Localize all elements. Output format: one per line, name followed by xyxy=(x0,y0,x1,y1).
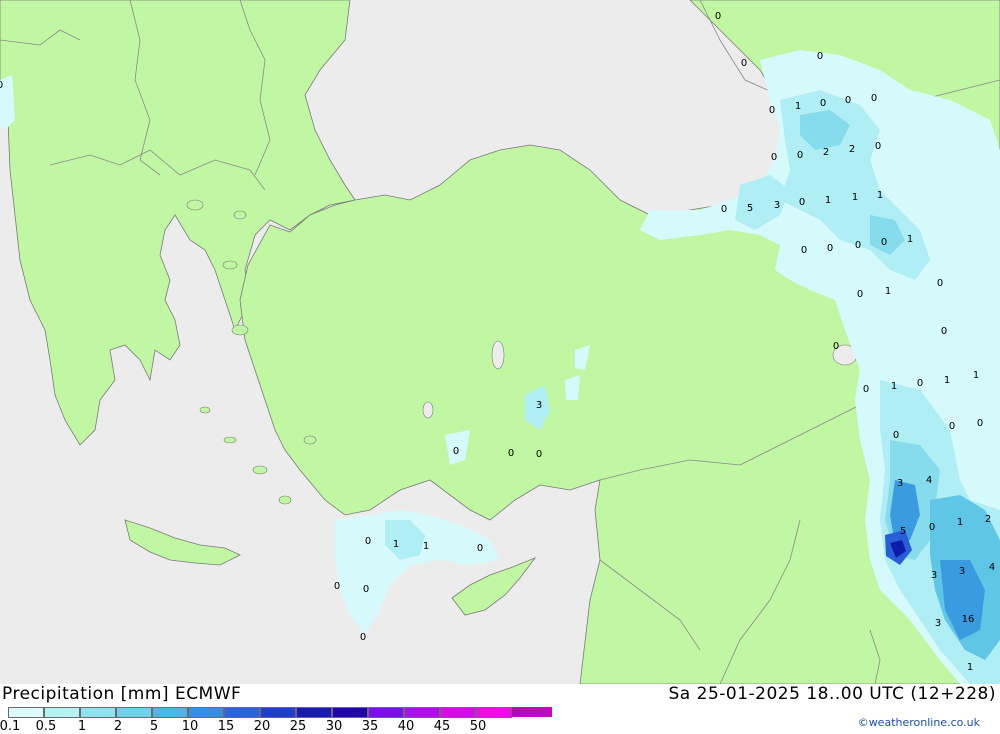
legend-swatch xyxy=(260,707,296,718)
legend-swatch xyxy=(152,707,188,718)
precip-value-label: 1 xyxy=(891,381,897,392)
precip-value-label: 0 xyxy=(941,326,947,337)
legend-swatch xyxy=(8,707,44,718)
precip-value-label: 0 xyxy=(949,421,955,432)
precip-value-label: 0 xyxy=(508,448,514,459)
legend-swatch xyxy=(476,707,512,718)
precip-value-label: 0 xyxy=(881,237,887,248)
legend-tick-label: 2 xyxy=(113,719,123,734)
precip-value-label: 1 xyxy=(967,662,973,673)
precip-value-label: 1 xyxy=(973,370,979,381)
legend-swatch xyxy=(368,707,404,718)
precip-value-label: 5 xyxy=(900,526,906,537)
precip-value-label: 0 xyxy=(857,289,863,300)
legend-tick-label: 15 xyxy=(217,719,235,734)
precipitation-map: 0 0 0 1 0 0 0 0 0 2 2 0 0 5 3 0 1 1 1 1 0 0 0 0 0 0 0 1 0 0 0 1 0 1 1 0 0 3 4 5… xyxy=(0,0,1000,684)
precip-value-label: 1 xyxy=(393,539,399,550)
precip-value-label: 0 xyxy=(871,93,877,104)
precip-value-label: 3 xyxy=(774,200,780,211)
precip-value-label: 0 xyxy=(453,446,459,457)
precip-value-label: 16 xyxy=(962,614,975,625)
footer: Precipitation [mm] ECMWF Sa 25-01-2025 1… xyxy=(0,684,1000,734)
legend-swatch xyxy=(512,707,552,717)
precip-value-label: 1 xyxy=(795,101,801,112)
precip-value-label: 1 xyxy=(877,190,883,201)
precip-value-label: 0 xyxy=(477,543,483,554)
legend-swatch xyxy=(80,707,116,718)
precip-value-label: 0 xyxy=(0,80,3,91)
precip-value-label: 1 xyxy=(852,192,858,203)
legend-tick-label: 20 xyxy=(253,719,271,734)
legend-swatch xyxy=(116,707,152,718)
map-title: Precipitation [mm] ECMWF xyxy=(2,684,242,704)
precip-value-label: 0 xyxy=(820,98,826,109)
precip-value-label: 0 xyxy=(363,584,369,595)
precip-value-label: 1 xyxy=(423,541,429,552)
precip-value-label: 3 xyxy=(536,400,542,411)
precip-value-label: 1 xyxy=(885,286,891,297)
precip-value-label: 3 xyxy=(931,570,937,581)
precip-value-label: 3 xyxy=(897,478,903,489)
precip-value-label: 0 xyxy=(827,243,833,254)
credit-link[interactable]: ©weatheronline.co.uk xyxy=(858,716,980,729)
precip-value-label: 0 xyxy=(893,430,899,441)
legend-tick-label: 30 xyxy=(325,719,343,734)
precip-value-label: 1 xyxy=(957,517,963,528)
precip-value-label: 3 xyxy=(935,618,941,629)
legend-tick-label: 5 xyxy=(149,719,159,734)
legend-tick-label: 25 xyxy=(289,719,307,734)
precip-value-label: 2 xyxy=(849,144,855,155)
precip-value-label: 0 xyxy=(801,245,807,256)
precip-value-label: 0 xyxy=(845,95,851,106)
precip-value-label: 1 xyxy=(907,234,913,245)
precip-value-label: 0 xyxy=(855,240,861,251)
legend-tick-label: 10 xyxy=(181,719,199,734)
precip-value-label: 0 xyxy=(769,105,775,116)
legend-swatch xyxy=(296,707,332,718)
precip-value-label: 2 xyxy=(823,147,829,158)
legend-tick-label: 1 xyxy=(77,719,87,734)
precip-value-label: 4 xyxy=(989,562,995,573)
legend-swatch xyxy=(332,707,368,718)
precip-value-label: 0 xyxy=(929,522,935,533)
precip-value-label: 0 xyxy=(536,449,542,460)
precip-value-label: 0 xyxy=(799,197,805,208)
legend-swatch xyxy=(44,707,80,718)
legend-tick-label: 35 xyxy=(361,719,379,734)
precip-value-label: 0 xyxy=(715,11,721,22)
precip-value-label: 0 xyxy=(334,581,340,592)
precip-value-label: 0 xyxy=(360,632,366,643)
precip-value-label: 0 xyxy=(937,278,943,289)
precip-value-label: 0 xyxy=(863,384,869,395)
precip-value-label: 2 xyxy=(985,514,991,525)
precip-value-label: 0 xyxy=(875,141,881,152)
valid-datetime: Sa 25-01-2025 18..00 UTC (12+228) xyxy=(668,684,996,704)
precip-value-label: 0 xyxy=(817,51,823,62)
precip-value-label: 0 xyxy=(771,152,777,163)
precip-value-label: 3 xyxy=(959,566,965,577)
precip-value-label: 1 xyxy=(825,195,831,206)
legend-swatch xyxy=(188,707,224,718)
precip-value-label: 0 xyxy=(741,58,747,69)
legend-tick-label: 40 xyxy=(397,719,415,734)
precip-value-label: 0 xyxy=(797,150,803,161)
precip-value-label: 0 xyxy=(917,378,923,389)
legend-tick-label: 50 xyxy=(469,719,487,734)
legend-tick-label: 0.5 xyxy=(35,719,57,734)
legend-tick-label: 0.1 xyxy=(0,719,21,734)
legend-swatch xyxy=(440,707,476,718)
legend-swatch xyxy=(224,707,260,718)
precip-value-label: 0 xyxy=(977,418,983,429)
legend-swatch xyxy=(404,707,440,718)
precip-value-label: 5 xyxy=(747,203,753,214)
precip-value-label: 1 xyxy=(944,375,950,386)
precip-value-label: 0 xyxy=(721,204,727,215)
precip-value-label: 0 xyxy=(365,536,371,547)
precip-value-label: 0 xyxy=(833,341,839,352)
legend-tick-label: 45 xyxy=(433,719,451,734)
precip-value-label: 4 xyxy=(926,475,932,486)
